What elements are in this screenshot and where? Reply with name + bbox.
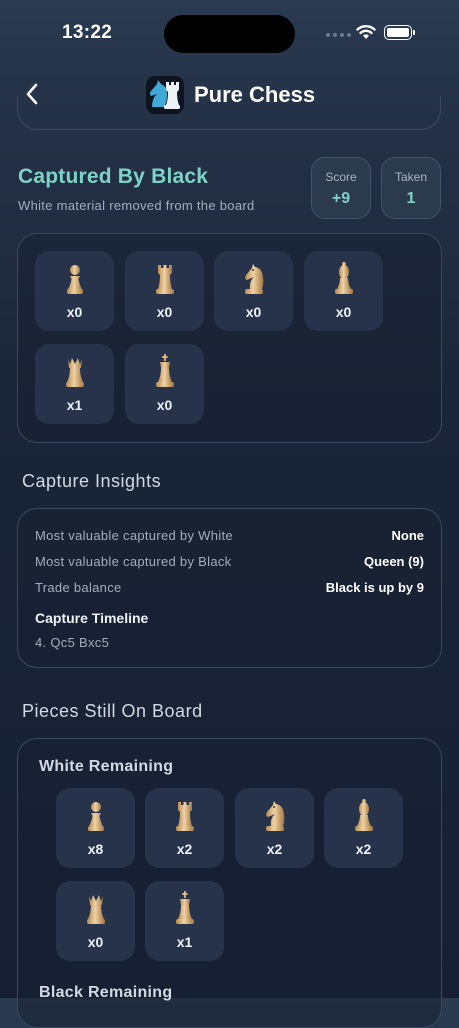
piece-tile-king: x1: [145, 881, 224, 961]
piece-tile-knight: x0: [214, 251, 293, 331]
taken-label: Taken: [394, 170, 428, 184]
piece-tile-rook: x2: [145, 788, 224, 868]
white-queen-icon: [81, 891, 111, 927]
piece-count: x0: [335, 304, 352, 320]
dynamic-island: [164, 15, 295, 53]
insights-title: Capture Insights: [22, 471, 162, 491]
piece-tile-queen: x0: [56, 881, 135, 961]
wifi-icon: [356, 25, 376, 39]
insight-label: Most valuable captured by White: [35, 528, 233, 543]
taken-badge: Taken 1: [381, 157, 441, 219]
cellular-signal-icon: [326, 33, 352, 39]
insight-label: Most valuable captured by Black: [35, 554, 232, 569]
insight-row: Most valuable captured by Black Queen (9…: [35, 554, 424, 572]
black-remaining-title: Black Remaining: [39, 984, 173, 1001]
piece-count: x2: [355, 841, 372, 857]
white-pawn-icon: [60, 261, 90, 297]
timeline-text: 4. Qc5 Bxc5: [35, 635, 110, 650]
insight-row: Most valuable captured by White None: [35, 528, 424, 546]
piece-count: x0: [156, 304, 173, 320]
piece-count: x1: [66, 397, 83, 413]
piece-tile-rook: x0: [125, 251, 204, 331]
battery-icon: [384, 25, 415, 40]
score-label: Score: [325, 170, 357, 184]
score-badge: Score +9: [311, 157, 371, 219]
piece-tile-pawn: x8: [56, 788, 135, 868]
white-knight-icon: [260, 798, 290, 834]
captured-title: Captured By Black: [18, 165, 209, 188]
status-bar: 13:22: [0, 0, 459, 70]
piece-tile-bishop: x2: [324, 788, 403, 868]
insight-value: None: [391, 528, 425, 543]
white-bishop-icon: [349, 798, 379, 834]
captured-header: Captured By Black White material removed…: [18, 165, 255, 213]
insight-value: Queen (9): [364, 554, 424, 569]
previous-card-edge: [17, 96, 441, 130]
insight-row: Trade balance Black is up by 9: [35, 580, 424, 598]
piece-count: x0: [156, 397, 173, 413]
piece-count: x2: [176, 841, 193, 857]
insight-label: Trade balance: [35, 580, 122, 595]
timeline-title: Capture Timeline: [35, 610, 149, 626]
piece-tile-queen: x1: [35, 344, 114, 424]
white-bishop-icon: [329, 261, 359, 297]
captured-subtitle: White material removed from the board: [18, 198, 255, 213]
white-remaining-title: White Remaining: [39, 758, 174, 775]
insights-card: Most valuable captured by White None Mos…: [17, 508, 442, 668]
piece-tile-knight: x2: [235, 788, 314, 868]
piece-count: x0: [245, 304, 262, 320]
status-time: 13:22: [62, 22, 113, 43]
insight-value: Black is up by 9: [325, 580, 424, 595]
white-rook-icon: [150, 261, 180, 297]
score-value: +9: [331, 190, 351, 207]
captured-pieces-card: x0 x0 x0 x0 x1 x0: [17, 233, 442, 443]
piece-count: x2: [266, 841, 283, 857]
white-king-icon: [150, 354, 180, 390]
white-king-icon: [170, 891, 200, 927]
piece-count: x8: [87, 841, 104, 857]
remaining-title: Pieces Still On Board: [22, 701, 203, 721]
taken-value: 1: [406, 190, 416, 207]
piece-count: x0: [66, 304, 83, 320]
white-queen-icon: [60, 354, 90, 390]
piece-count: x1: [176, 934, 193, 950]
piece-tile-pawn: x0: [35, 251, 114, 331]
white-rook-icon: [170, 798, 200, 834]
piece-tile-bishop: x0: [304, 251, 383, 331]
piece-count: x0: [87, 934, 104, 950]
piece-tile-king: x0: [125, 344, 204, 424]
white-knight-icon: [239, 261, 269, 297]
white-pawn-icon: [81, 798, 111, 834]
